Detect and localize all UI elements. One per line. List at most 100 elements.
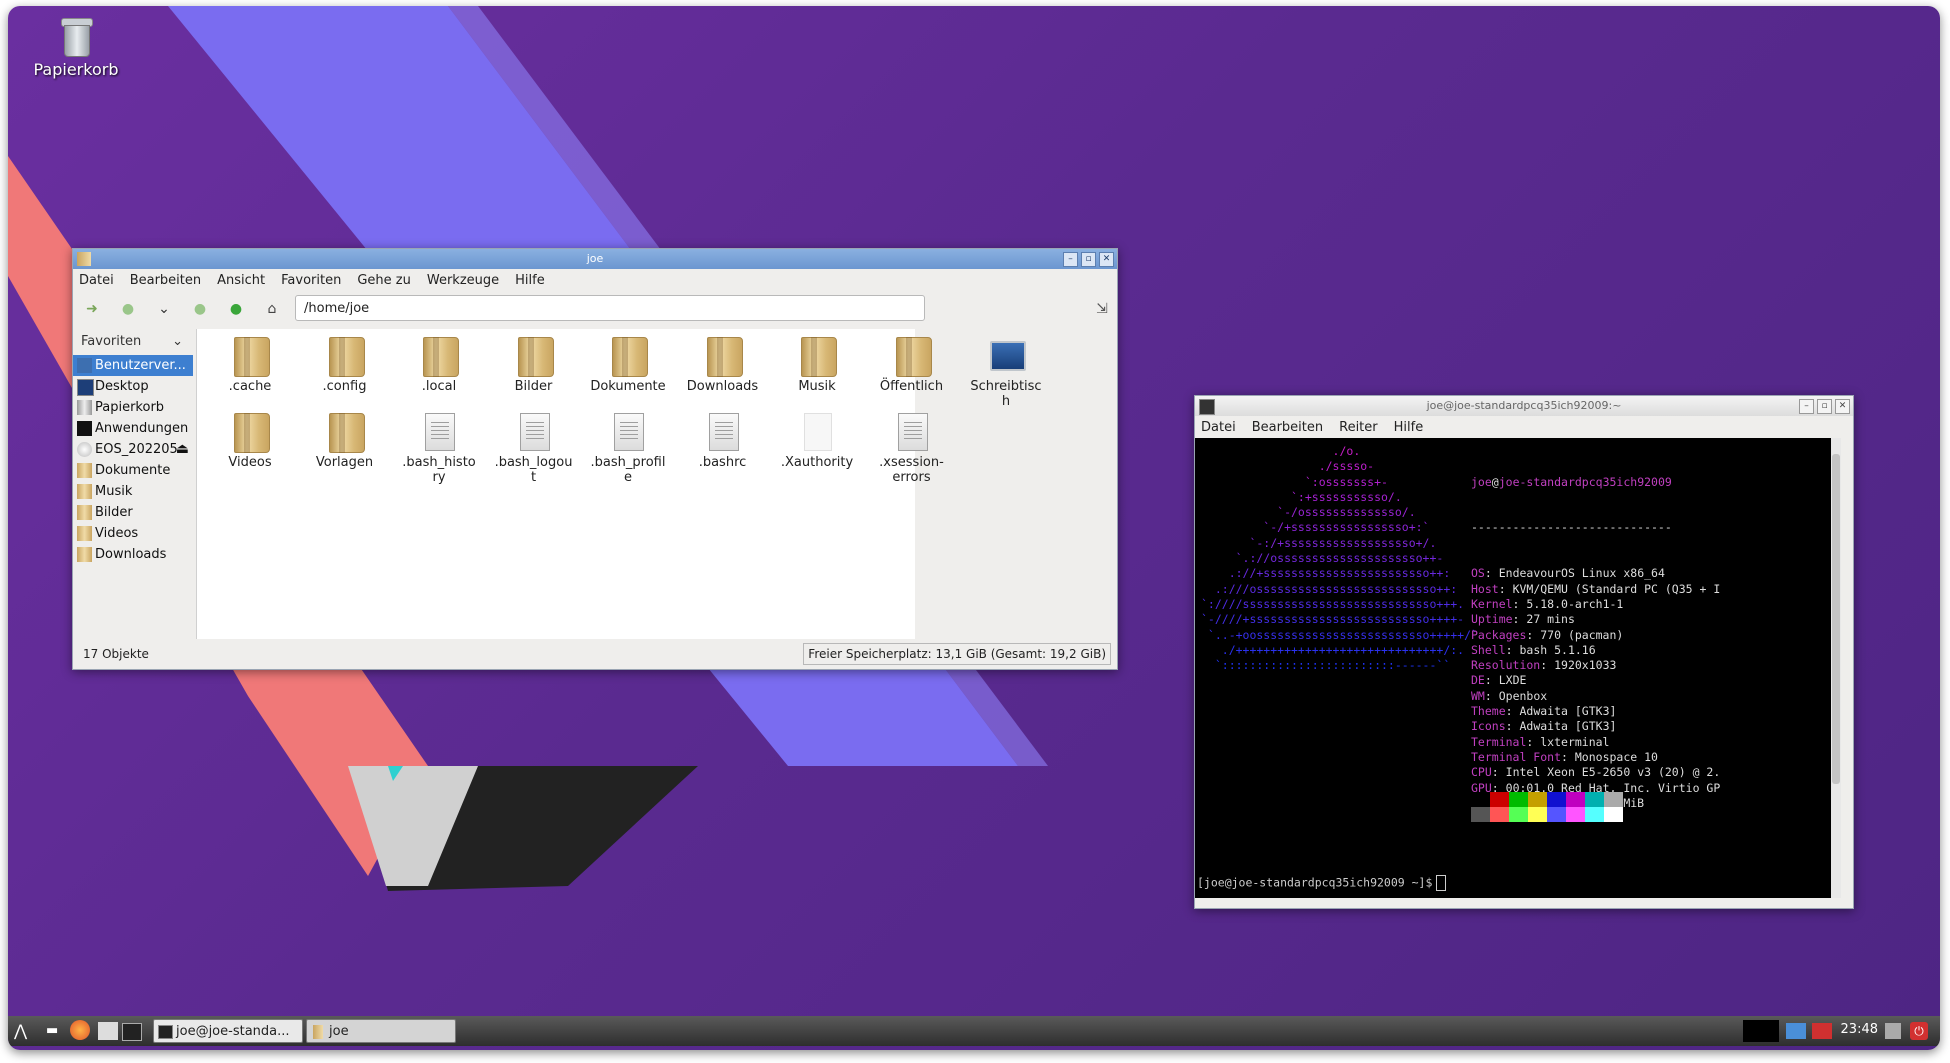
menu-item[interactable]: Datei — [1201, 420, 1236, 435]
shell-prompt[interactable]: [joe@joe-standardpcq35ich92009 ~]$ — [1197, 875, 1447, 891]
terminal-launcher-icon[interactable] — [122, 1023, 142, 1041]
chevron-down-icon[interactable]: ⌄ — [172, 329, 183, 355]
sidebar-header[interactable]: Favoriten ⌄ — [73, 329, 193, 355]
file-icon-view[interactable]: .cache .config .local Bilder Dokumente Downlo… — [196, 329, 1042, 639]
file-item[interactable]: Dokumente — [589, 335, 667, 394]
folder-icon — [77, 252, 91, 266]
file-item[interactable]: Musik — [778, 335, 856, 394]
history-dropdown-icon[interactable]: ⌄ — [155, 300, 173, 318]
cpu-monitor-icon[interactable] — [1812, 1023, 1832, 1039]
file-item[interactable]: .bashrc — [684, 411, 762, 470]
menu-item[interactable]: Ansicht — [217, 273, 265, 288]
file-item[interactable]: .cache — [211, 335, 289, 394]
eject-icon[interactable]: ⏏ — [176, 439, 189, 460]
terminal-titlebar[interactable]: joe@joe-standardpcq35ich92009:~ – ▫ ✕ — [1195, 396, 1853, 416]
power-icon[interactable]: ⏻ — [1910, 1022, 1928, 1040]
info-value: EndeavourOS Linux x86_64 — [1498, 566, 1665, 581]
file-manager-titlebar[interactable]: joe – ▫ ✕ — [73, 249, 1117, 269]
file-item[interactable]: Öffentlich — [873, 335, 951, 394]
minimize-button[interactable]: – — [1799, 399, 1814, 414]
menu-item[interactable]: Bearbeiten — [1252, 420, 1323, 435]
close-button[interactable]: ✕ — [1835, 399, 1850, 414]
file-item[interactable]: Vorlagen — [306, 411, 384, 470]
folder-icon — [327, 335, 365, 377]
menu-item[interactable]: Hilfe — [1394, 420, 1424, 435]
file-manager-menubar: Datei Bearbeiten Ansicht Favoriten Gehe zu We… — [73, 269, 1117, 291]
volume-icon[interactable] — [1885, 1023, 1901, 1039]
file-name: .bashrc — [698, 455, 747, 470]
file-item[interactable]: .bash_profile — [589, 411, 667, 485]
menu-item[interactable]: Werkzeuge — [427, 273, 499, 288]
file-item[interactable]: .config — [306, 335, 384, 394]
sidebar: Favoriten ⌄ Benutzerver... Desktop Papierk… — [73, 329, 193, 639]
folder-icon — [327, 411, 365, 453]
file-item[interactable]: Downloads — [684, 335, 762, 394]
menu-item[interactable]: Reiter — [1339, 420, 1378, 435]
sidebar-item[interactable]: Videos — [73, 523, 193, 544]
task-terminal[interactable]: joe@joe-standa... — [153, 1019, 303, 1043]
menu-item[interactable]: Bearbeiten — [130, 273, 201, 288]
sidebar-item[interactable]: Dokumente — [73, 460, 193, 481]
desktop-pager[interactable] — [1743, 1020, 1779, 1042]
file-manager-launcher-icon[interactable] — [98, 1022, 118, 1040]
menu-launcher-icon[interactable]: ⋀ — [14, 1020, 27, 1042]
file-manager-title: joe — [586, 252, 604, 265]
maximize-button[interactable]: ▫ — [1817, 399, 1832, 414]
file-item[interactable]: Schreibtisch — [967, 335, 1045, 409]
sidebar-item[interactable]: Bilder — [73, 502, 193, 523]
firefox-icon[interactable] — [70, 1020, 90, 1040]
back-arrow-icon[interactable]: ➜ — [83, 300, 101, 318]
minimize-button[interactable]: – — [1063, 252, 1078, 267]
folder-icon — [232, 335, 270, 377]
home-icon[interactable]: ⌂ — [263, 300, 281, 318]
desktop-trash[interactable]: Papierkorb — [20, 18, 132, 79]
sidebar-item[interactable]: Desktop — [73, 376, 193, 397]
file-name: Musik — [798, 379, 836, 394]
file-icon — [610, 411, 646, 453]
sidebar-item[interactable]: Musik — [73, 481, 193, 502]
path-input[interactable]: /home/joe — [295, 295, 925, 321]
info-line: Resolution: 1920x1033 — [1471, 658, 1617, 673]
menu-item[interactable]: Hilfe — [515, 273, 545, 288]
sidebar-item-label: Desktop — [95, 379, 149, 394]
sidebar-item[interactable]: Benutzerver... — [73, 355, 193, 376]
trash-icon — [61, 18, 93, 57]
terminal-output[interactable]: ./o. ./sssso- `:osssssss+- `:+ssssssssss… — [1195, 438, 1841, 898]
close-button[interactable]: ✕ — [1099, 252, 1114, 267]
file-item[interactable]: Videos — [211, 411, 289, 470]
menu-item[interactable]: Datei — [79, 273, 114, 288]
file-item[interactable]: .bash_history — [400, 411, 478, 485]
sidebar-item-label: Dokumente — [95, 463, 171, 478]
folder-icon — [799, 335, 837, 377]
palette-swatch — [1509, 807, 1528, 822]
up-icon[interactable]: ● — [227, 300, 245, 318]
network-icon[interactable] — [1786, 1023, 1806, 1039]
maximize-button[interactable]: ▫ — [1081, 252, 1096, 267]
info-key: Terminal — [1471, 734, 1527, 749]
file-item[interactable]: Bilder — [495, 335, 573, 394]
forward-icon[interactable]: ● — [119, 300, 137, 318]
sidebar-item[interactable]: Anwendungen — [73, 418, 193, 439]
reload-icon[interactable]: ● — [191, 300, 209, 318]
file-item[interactable]: .local — [400, 335, 478, 394]
file-item[interactable]: .Xauthority — [778, 411, 856, 470]
task-file-manager[interactable]: joe — [306, 1019, 456, 1043]
sidebar-item[interactable]: Papierkorb — [73, 397, 193, 418]
minimize-all-icon[interactable]: ▬ — [46, 1020, 58, 1042]
file-item[interactable]: .bash_logout — [495, 411, 573, 485]
sidebar-item[interactable]: Downloads — [73, 544, 193, 565]
palette-swatch — [1547, 792, 1566, 807]
info-key: WM — [1471, 688, 1485, 703]
menu-item[interactable]: Favoriten — [281, 273, 341, 288]
terminal-window[interactable]: joe@joe-standardpcq35ich92009:~ – ▫ ✕ Da… — [1194, 395, 1854, 909]
color-palette — [1471, 792, 1623, 822]
file-item[interactable]: .xsession-errors — [873, 411, 951, 485]
jump-icon[interactable]: ⇲ — [1093, 300, 1111, 318]
sidebar-item[interactable]: EOS_202205 ⏏ — [73, 439, 193, 460]
terminal-scrollbar[interactable] — [1831, 438, 1841, 898]
menu-item[interactable]: Gehe zu — [357, 273, 411, 288]
file-manager-window[interactable]: joe – ▫ ✕ Datei Bearbeiten Ansicht Favorite… — [72, 248, 1118, 670]
logo-line: `.://osssssssssssssssssssso++- — [1201, 551, 1444, 566]
info-value: 5.18.0-arch1-1 — [1526, 596, 1624, 611]
folder-icon — [77, 484, 92, 499]
